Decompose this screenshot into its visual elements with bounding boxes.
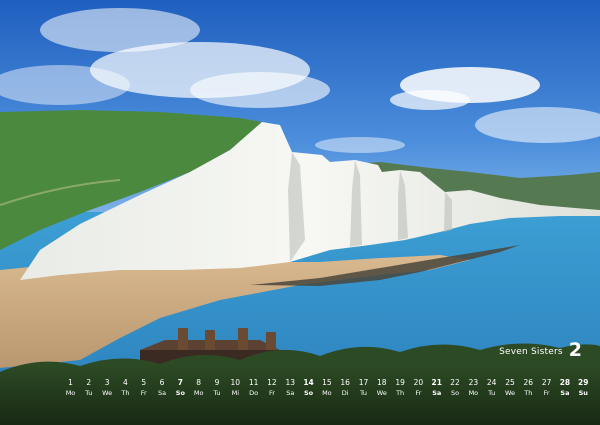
- calendar-day: 1 Mo: [62, 377, 79, 398]
- calendar-day: 22 So: [447, 377, 464, 398]
- day-number: 8: [196, 378, 202, 387]
- weekday-label: Fr: [268, 389, 275, 397]
- calendar-day: 23 Mo: [465, 377, 482, 398]
- weekday-label: Di: [341, 389, 349, 397]
- weekday-label: Mo: [65, 389, 76, 397]
- day-number: 12: [267, 378, 277, 387]
- day-number: 13: [285, 378, 296, 387]
- weekday-label: So: [451, 389, 460, 397]
- day-number: 22: [450, 378, 460, 387]
- calendar-day: 10 Mi: [227, 377, 244, 398]
- calendar-day: 21 Sa: [428, 377, 445, 398]
- day-number: 25: [505, 378, 515, 387]
- day-number: 17: [358, 378, 369, 387]
- day-number: 14: [303, 378, 314, 387]
- calendar-day: 15 Mo: [318, 377, 335, 398]
- calendar-day: 24 Tu: [483, 377, 500, 398]
- weekday-label: So: [175, 389, 185, 397]
- day-number: 2: [86, 378, 92, 387]
- calendar-page: Seven Sisters 2 1 Mo 2 Tu 3 We 4 Th 5 Fr 6 Sa …: [0, 0, 600, 425]
- weekday-label: Sa: [432, 389, 442, 397]
- calendar-day: 12 Fr: [263, 377, 280, 398]
- weekday-label: We: [102, 389, 113, 397]
- weekday-label: Th: [396, 389, 405, 397]
- weekday-label: Tu: [85, 389, 93, 397]
- location-label: Seven Sisters: [499, 347, 563, 357]
- calendar-day: 16 Di: [337, 377, 354, 398]
- day-number: 29: [578, 378, 589, 387]
- weekday-label: Fr: [415, 389, 422, 397]
- calendar-day: 19 Th: [392, 377, 409, 398]
- day-number: 16: [340, 378, 350, 387]
- day-number: 27: [541, 378, 552, 387]
- day-number: 5: [141, 378, 147, 387]
- month-caption: Seven Sisters 2: [499, 339, 582, 361]
- weekday-label: Tu: [213, 389, 221, 397]
- calendar-day: 5 Fr: [135, 377, 152, 398]
- calendar-day: 9 Tu: [209, 377, 226, 398]
- weekday-label: Fr: [140, 389, 147, 397]
- calendar-day: 20 Fr: [410, 377, 427, 398]
- day-number: 19: [395, 378, 405, 387]
- weekday-label: Do: [249, 389, 259, 397]
- day-number: 23: [468, 378, 479, 387]
- day-number: 15: [322, 378, 332, 387]
- calendar-day: 18 We: [373, 377, 390, 398]
- calendar-day: 25 We: [502, 377, 519, 398]
- landscape-photo: [0, 0, 600, 425]
- day-number: 7: [177, 378, 183, 387]
- weekday-label: Th: [121, 389, 130, 397]
- calendar-day: 11 Do: [245, 377, 262, 398]
- weekday-label: We: [376, 389, 387, 397]
- day-number: 4: [123, 378, 128, 387]
- day-number: 24: [486, 378, 497, 387]
- calendar-day: 4 Th: [117, 377, 134, 398]
- weekday-label: Th: [524, 389, 533, 397]
- calendar-day: 28 Sa: [556, 377, 573, 398]
- calendar-day: 8 Mo: [190, 377, 207, 398]
- weekday-label: Sa: [560, 389, 570, 397]
- calendar-strip: 1 Mo 2 Tu 3 We 4 Th 5 Fr 6 Sa 7 So 8 Mo 9 Tu 10 Mi…: [62, 377, 592, 398]
- weekday-label: Mo: [193, 389, 204, 397]
- weekday-label: Mo: [322, 389, 332, 397]
- weekday-label: Mo: [468, 389, 479, 397]
- month-number: 2: [568, 339, 582, 361]
- calendar-day: 14 So: [300, 377, 317, 398]
- weekday-label: Sa: [158, 389, 167, 397]
- day-number: 28: [559, 378, 571, 387]
- weekday-label: So: [303, 389, 314, 397]
- day-number: 20: [413, 378, 424, 387]
- day-number: 18: [377, 378, 387, 387]
- day-number: 6: [159, 378, 165, 387]
- weekday-label: Mi: [231, 389, 240, 397]
- weekday-label: We: [504, 389, 516, 397]
- weekday-label: Sa: [286, 389, 295, 397]
- calendar-day: 26 Th: [520, 377, 537, 398]
- calendar-day: 29 Su: [575, 377, 592, 398]
- day-number: 11: [248, 378, 259, 387]
- calendar-day: 2 Tu: [80, 377, 97, 398]
- day-number: 9: [214, 378, 220, 387]
- calendar-day: 27 Fr: [538, 377, 555, 398]
- calendar-day: 7 So: [172, 377, 189, 398]
- day-number: 3: [104, 378, 110, 387]
- calendar-day: 6 Sa: [154, 377, 171, 398]
- calendar-day: 17 Tu: [355, 377, 372, 398]
- calendar-day: 13 Sa: [282, 377, 299, 398]
- day-number: 10: [230, 378, 241, 387]
- weekday-label: Su: [578, 389, 588, 397]
- day-number: 1: [68, 378, 73, 387]
- day-number: 26: [523, 378, 534, 387]
- day-number: 21: [431, 378, 442, 387]
- calendar-day: 3 We: [99, 377, 116, 398]
- weekday-label: Tu: [359, 389, 368, 397]
- weekday-label: Fr: [543, 389, 550, 397]
- weekday-label: Tu: [488, 389, 496, 397]
